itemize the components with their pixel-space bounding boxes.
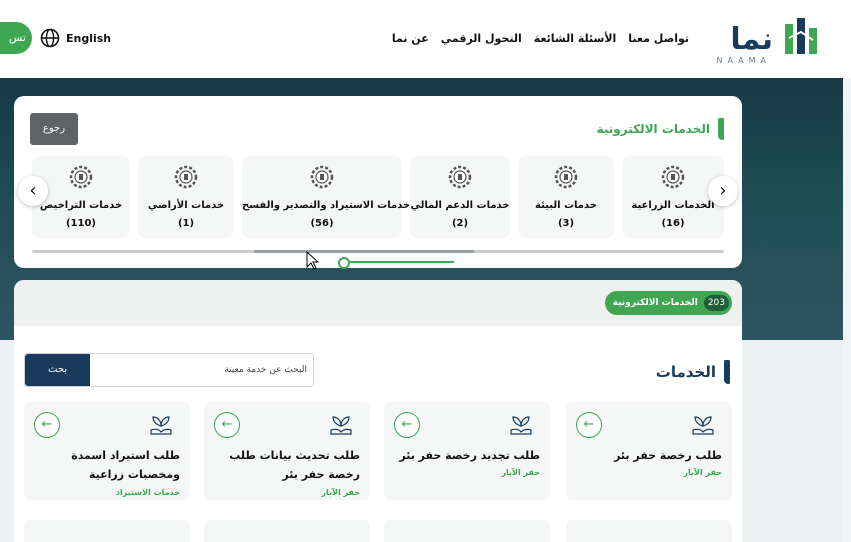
category-name: خدمات البيئة <box>535 200 597 211</box>
page-scrollbar[interactable] <box>843 78 851 542</box>
category-environment[interactable]: خدمات البيئة (3) <box>518 156 614 238</box>
category-name: خدمات الأراضي <box>147 200 225 211</box>
eservices-title: الخدمات الالكترونية <box>596 122 710 136</box>
category-count: (3) <box>557 218 575 229</box>
plant-hand-icon <box>150 416 172 435</box>
service-tag: حفر الآبار <box>321 488 360 497</box>
mouse-cursor-icon <box>306 251 320 270</box>
category-count: (56) <box>310 218 334 229</box>
category-count: (110) <box>65 218 96 229</box>
arrow-left-icon[interactable]: ← <box>214 412 240 438</box>
eservices-panel: الخدمات الالكترونية رجوع الخدمات الزراعي… <box>14 96 742 269</box>
plant-hand-icon <box>692 416 714 435</box>
service-tag: حفر الآبار <box>501 468 540 477</box>
services-panel-header: 203 الخدمات الالكترونية <box>14 280 742 326</box>
service-card[interactable]: ← طلب تحديث بيانات طلب رخصة حفر بئر حفر … <box>204 402 370 500</box>
nav-faq[interactable]: الأسئلة الشائعة <box>534 32 617 45</box>
services-count: 203 <box>703 295 729 311</box>
service-card[interactable]: ← طلب تجديد رخصة حفر بئر حفر الآبار <box>384 402 550 500</box>
carousel-scrollbar-thumb[interactable] <box>254 250 474 253</box>
service-tag: خدمات الاستيراد <box>115 488 180 497</box>
category-name: الخدمات الزراعية <box>631 200 715 211</box>
gear-emblem-icon <box>69 165 93 189</box>
services-count-pill[interactable]: 203 الخدمات الالكترونية <box>604 291 732 315</box>
site-header: نما NAAMA عن نما التحول الرقمي الأسئلة ا… <box>0 0 851 78</box>
search-button[interactable]: بحث <box>25 354 90 386</box>
eservices-heading: الخدمات الالكترونية <box>597 118 724 140</box>
gear-emblem-icon <box>661 165 685 189</box>
logo-subtext: NAAMA <box>716 56 771 65</box>
naama-logo[interactable]: نما NAAMA <box>713 14 823 65</box>
services-title: الخدمات <box>655 363 716 381</box>
service-card[interactable] <box>384 520 550 542</box>
category-carousel: الخدمات الزراعية (16) خدمات البيئة (3) خ… <box>32 156 724 238</box>
naama-logo-icon <box>785 18 817 54</box>
service-card[interactable]: ← طلب استيراد اسمدة ومخصبات زراعية خدمات… <box>24 402 190 500</box>
service-card[interactable] <box>204 520 370 542</box>
services-count-label: الخدمات الالكترونية <box>612 298 698 308</box>
logo-text: نما <box>730 22 773 57</box>
service-card[interactable] <box>24 520 190 542</box>
plant-hand-icon <box>510 416 532 435</box>
carousel-scrollbar[interactable] <box>32 250 724 253</box>
service-search: بحث <box>24 353 314 387</box>
nav-digital-transformation[interactable]: التحول الرقمي <box>441 32 522 45</box>
service-tag: حفر الآبار <box>683 468 722 477</box>
service-title: طلب رخصة حفر بئر <box>614 449 722 462</box>
back-button[interactable]: رجوع <box>30 113 78 145</box>
service-title: طلب تحديث بيانات طلب رخصة حفر بئر <box>229 449 360 481</box>
service-title: طلب استيراد اسمدة ومخصبات زراعية <box>71 449 180 481</box>
main-nav: عن نما التحول الرقمي الأسئلة الشائعة توا… <box>392 32 689 45</box>
category-count: (1) <box>177 218 195 229</box>
gear-emblem-icon <box>174 165 198 189</box>
carousel-next-button[interactable]: › <box>708 176 738 206</box>
category-import-export[interactable]: خدمات الاستيراد والتصدير والفسح (56) <box>242 156 411 238</box>
category-financial-support[interactable]: خدمات الدعم المالي (2) <box>410 156 510 238</box>
heading-accent <box>724 360 730 384</box>
progress-dot <box>338 257 350 269</box>
category-name: خدمات التراخيص <box>39 200 123 211</box>
category-count: (2) <box>451 218 469 229</box>
carousel-progress <box>338 257 454 269</box>
gear-emblem-icon <box>554 165 578 189</box>
services-heading: الخدمات <box>656 360 730 384</box>
services-panel: 203 الخدمات الالكترونية الخدمات بحث ← طل… <box>14 280 742 542</box>
carousel-prev-button[interactable]: ‹ <box>18 176 48 206</box>
arrow-left-icon[interactable]: ← <box>394 412 420 438</box>
category-count: (16) <box>661 218 685 229</box>
nav-contact[interactable]: تواصل معنا <box>628 32 689 45</box>
arrow-left-icon[interactable]: ← <box>576 412 602 438</box>
search-input[interactable] <box>97 354 307 386</box>
language-label: English <box>66 31 112 45</box>
service-card[interactable] <box>566 520 732 542</box>
plant-hand-icon <box>330 416 352 435</box>
gear-emblem-icon <box>448 165 472 189</box>
globe-icon <box>40 28 60 48</box>
category-name: خدمات الدعم المالي <box>410 200 510 211</box>
heading-accent <box>718 118 724 140</box>
nav-about[interactable]: عن نما <box>392 32 429 45</box>
progress-line <box>346 261 454 263</box>
category-lands[interactable]: خدمات الأراضي (1) <box>138 156 234 238</box>
language-switch[interactable]: English <box>40 28 111 48</box>
category-name: خدمات الاستيراد والتصدير والفسح <box>242 200 411 211</box>
service-title: طلب تجديد رخصة حفر بئر <box>399 449 540 462</box>
gear-emblem-icon <box>310 165 334 189</box>
arrow-left-icon[interactable]: ← <box>34 412 60 438</box>
service-card[interactable]: ← طلب رخصة حفر بئر حفر الآبار <box>566 402 732 500</box>
register-button[interactable]: تس <box>0 22 32 54</box>
